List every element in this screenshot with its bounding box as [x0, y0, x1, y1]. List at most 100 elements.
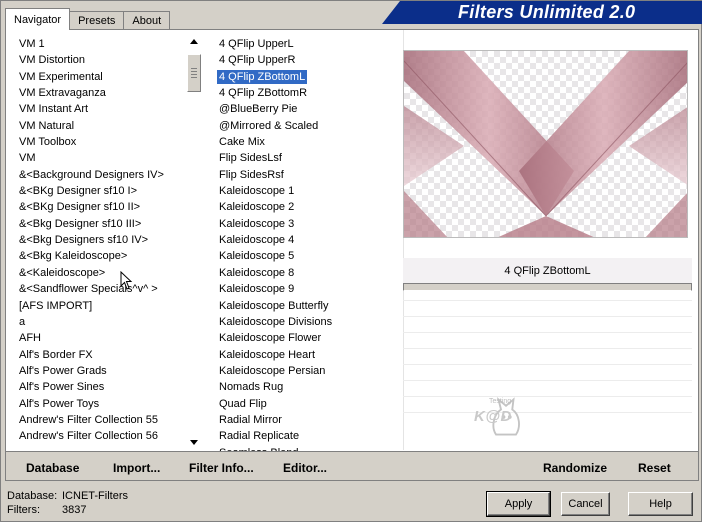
- category-list[interactable]: VM 1 VM Distortion VM Experimental VM Extra…: [17, 36, 187, 452]
- category-label: &<Bkg Designer sf10 III>: [19, 217, 142, 230]
- reset-button[interactable]: Reset: [638, 461, 671, 475]
- category-item[interactable]: VM Toolbox: [17, 134, 187, 150]
- category-item[interactable]: VM 1: [17, 36, 187, 52]
- category-item[interactable]: Andrew's Filter Collection 55: [17, 412, 187, 428]
- category-item[interactable]: &<BKg Designer sf10 II>: [17, 199, 187, 215]
- category-item[interactable]: Andrew's Filter Collection 56: [17, 428, 187, 444]
- tab-presets[interactable]: Presets: [69, 11, 125, 30]
- filter-item[interactable]: Kaleidoscope 4: [217, 232, 397, 248]
- filter-label: Nomads Rug: [219, 381, 284, 394]
- category-item[interactable]: VM Distortion: [17, 52, 187, 68]
- category-label: &<Bkg Designers sf10 IV>: [19, 234, 149, 247]
- filter-item[interactable]: Kaleidoscope Heart: [217, 347, 397, 363]
- filter-label: Cake Mix: [219, 136, 265, 149]
- category-item[interactable]: Alf's Border FX: [17, 347, 187, 363]
- banner-title: Filters Unlimited 2.0: [458, 2, 636, 22]
- category-item[interactable]: VM Natural: [17, 118, 187, 134]
- filter-item[interactable]: Kaleidoscope Butterfly: [217, 298, 397, 314]
- tab-about[interactable]: About: [123, 11, 171, 30]
- scroll-up-arrow-icon[interactable]: [190, 39, 198, 44]
- scroll-down-arrow-icon[interactable]: [190, 440, 198, 445]
- filter-info-button[interactable]: Filter Info...: [189, 461, 254, 475]
- category-item[interactable]: &<BKg Designer sf10 I>: [17, 183, 187, 199]
- filter-item[interactable]: Kaleidoscope 9: [217, 281, 397, 297]
- category-item[interactable]: &<Kaleidoscope>: [17, 265, 187, 281]
- apply-button[interactable]: Apply: [486, 491, 551, 517]
- filter-label: Kaleidoscope Flower: [219, 332, 322, 345]
- editor-button[interactable]: Editor...: [283, 461, 327, 475]
- filter-item[interactable]: Kaleidoscope Divisions: [217, 314, 397, 330]
- category-item[interactable]: Alf's Power Sines: [17, 379, 187, 395]
- category-label: VM Distortion: [19, 54, 86, 67]
- category-label: &<BKg Designer sf10 I>: [19, 185, 138, 198]
- category-item[interactable]: VM: [17, 150, 187, 166]
- filter-item[interactable]: Kaleidoscope 2: [217, 199, 397, 215]
- category-item[interactable]: VM Extravaganza: [17, 85, 187, 101]
- import-button[interactable]: Import...: [113, 461, 160, 475]
- help-button[interactable]: Help: [628, 492, 693, 516]
- database-label: Database:: [7, 490, 58, 502]
- selected-filter-name: 4 QFlip ZBottomL: [504, 265, 591, 277]
- filter-item[interactable]: Radial Mirror: [217, 412, 397, 428]
- category-item[interactable]: Alf's Power Grads: [17, 363, 187, 379]
- filter-item[interactable]: Cake Mix: [217, 134, 397, 150]
- category-label: AFH: [19, 332, 41, 345]
- category-item[interactable]: VM Instant Art: [17, 101, 187, 117]
- filters-count: 3837: [62, 504, 87, 516]
- filter-item[interactable]: Flip SidesRsf: [217, 167, 397, 183]
- category-item[interactable]: a: [17, 314, 187, 330]
- filter-item[interactable]: Kaleidoscope 5: [217, 248, 397, 264]
- category-item[interactable]: AFH: [17, 330, 187, 346]
- randomize-button[interactable]: Randomize: [543, 461, 607, 475]
- filter-item[interactable]: @BlueBerry Pie: [217, 101, 397, 117]
- filter-list[interactable]: 4 QFlip UpperL 4 QFlip UpperR 4 QFlip ZBot…: [217, 36, 397, 452]
- category-item[interactable]: &<Bkg Designers sf10 IV>: [17, 232, 187, 248]
- category-label: VM 1: [19, 38, 45, 50]
- filter-item-selected[interactable]: 4 QFlip ZBottomL: [217, 69, 397, 85]
- filter-item[interactable]: Kaleidoscope 3: [217, 216, 397, 232]
- database-button[interactable]: Database: [26, 461, 79, 475]
- filter-item[interactable]: Kaleidoscope 1: [217, 183, 397, 199]
- filter-item[interactable]: Kaleidoscope Persian: [217, 363, 397, 379]
- category-label: &<Sandflower Specials^v^ >: [19, 283, 158, 296]
- filter-item[interactable]: @Mirrored & Scaled: [217, 118, 397, 134]
- scroll-thumb[interactable]: [187, 54, 201, 92]
- filter-item[interactable]: Kaleidoscope Flower: [217, 330, 397, 346]
- category-item[interactable]: VM Experimental: [17, 69, 187, 85]
- filter-item[interactable]: Flip SidesLsf: [217, 150, 397, 166]
- category-item[interactable]: &<Bkg Designer sf10 III>: [17, 216, 187, 232]
- category-label: &<Kaleidoscope>: [19, 266, 106, 279]
- filter-item[interactable]: 4 QFlip ZBottomR: [217, 85, 397, 101]
- filter-label: Kaleidoscope Persian: [219, 364, 326, 377]
- category-label: Andrew's Filter Collection 56: [19, 430, 159, 443]
- category-item[interactable]: &<Bkg Kaleidoscope>: [17, 248, 187, 264]
- category-label: VM: [19, 152, 36, 165]
- category-label: VM Extravaganza: [19, 87, 106, 100]
- category-item[interactable]: &<Sandflower Specials^v^ >: [17, 281, 187, 297]
- filter-item[interactable]: 4 QFlip UpperL: [217, 36, 397, 52]
- navigator-toolbar: Database Import... Filter Info... Editor…: [6, 451, 698, 480]
- logo-text: K@D: [474, 408, 512, 425]
- filter-item[interactable]: Quad Flip: [217, 396, 397, 412]
- category-label: VM Toolbox: [19, 136, 77, 149]
- cancel-button[interactable]: Cancel: [561, 492, 610, 516]
- category-label: &<BKg Designer sf10 II>: [19, 201, 141, 214]
- category-label: VM Experimental: [19, 70, 103, 83]
- category-label: [AFS IMPORT]: [19, 299, 93, 312]
- category-label: Alf's Power Grads: [19, 364, 107, 377]
- filter-item[interactable]: Nomads Rug: [217, 379, 397, 395]
- category-item[interactable]: &<Background Designers IV>: [17, 167, 187, 183]
- filters-label: Filters:: [7, 504, 40, 516]
- filter-label: @BlueBerry Pie: [219, 103, 298, 116]
- category-scrollbar[interactable]: [187, 36, 201, 448]
- filter-item[interactable]: 4 QFlip UpperR: [217, 52, 397, 68]
- filter-item[interactable]: Kaleidoscope 8: [217, 265, 397, 281]
- filter-item[interactable]: Radial Replicate: [217, 428, 397, 444]
- category-item[interactable]: [AFS IMPORT]: [17, 298, 187, 314]
- filter-label: @Mirrored & Scaled: [219, 119, 319, 132]
- filter-label: Kaleidoscope Heart: [219, 348, 316, 361]
- filter-label: Kaleidoscope 3: [219, 217, 295, 230]
- category-item[interactable]: Alf's Power Toys: [17, 396, 187, 412]
- navigator-panel: VM 1 VM Distortion VM Experimental VM Extra…: [5, 29, 699, 481]
- tab-navigator[interactable]: Navigator: [5, 8, 71, 30]
